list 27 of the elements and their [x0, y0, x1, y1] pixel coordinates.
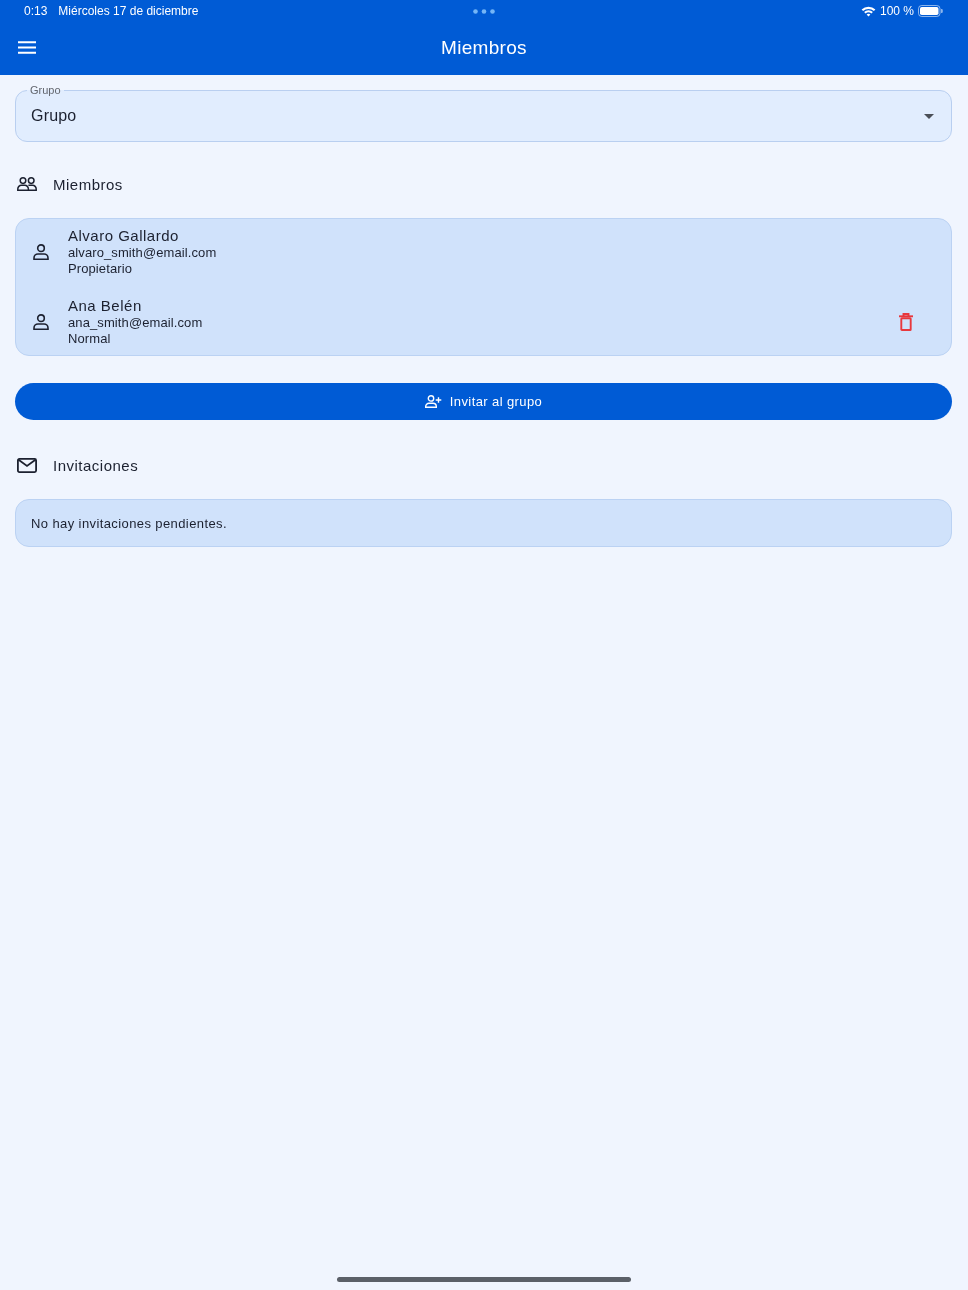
person-icon [33, 244, 49, 260]
dropdown-value: Grupo [31, 107, 77, 125]
member-name: Ana Belén [68, 297, 142, 315]
member-name: Alvaro Gallardo [68, 227, 179, 245]
empty-message: No hay invitaciones pendientes. [31, 515, 227, 531]
people-icon [17, 177, 37, 191]
status-date: Miércoles 17 de diciembre [58, 4, 199, 18]
person-add-icon [424, 395, 442, 408]
battery-percent: 100 % [879, 4, 914, 18]
app-title: Miembros [441, 36, 527, 59]
mail-icon [17, 457, 37, 473]
wifi-icon [860, 5, 876, 17]
person-icon [33, 314, 49, 330]
member-email: ana_smith@email.com [68, 315, 203, 331]
member-role: Normal [68, 331, 111, 347]
trash-icon[interactable] [899, 313, 913, 331]
invite-button[interactable]: Invitar al grupo [15, 383, 952, 420]
member-email: alvaro_smith@email.com [68, 245, 217, 261]
battery-icon [918, 5, 943, 17]
status-time: 0:13 [24, 4, 48, 18]
section-title: Invitaciones [53, 456, 139, 474]
menu-icon[interactable] [18, 41, 36, 54]
more-dots-icon[interactable] [472, 8, 495, 14]
section-title: Miembros [53, 175, 123, 193]
member-role: Propietario [68, 261, 132, 277]
caret-icon [924, 113, 934, 119]
field-label: Grupo [27, 84, 64, 96]
